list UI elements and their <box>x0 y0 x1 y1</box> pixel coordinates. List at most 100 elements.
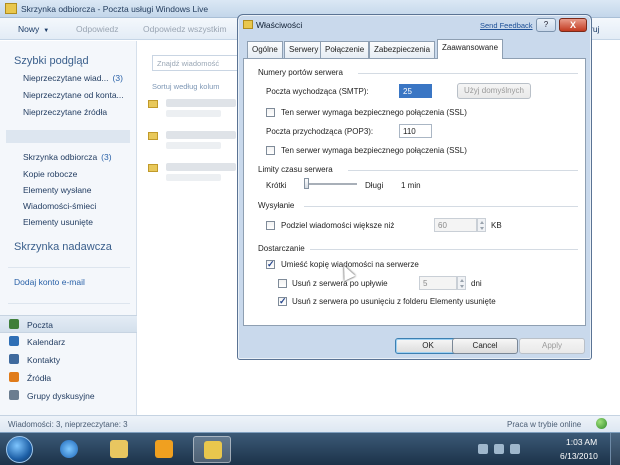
use-defaults-button[interactable]: Użyj domyślnych <box>457 83 531 99</box>
taskbar-windows-live-mail[interactable] <box>193 436 231 463</box>
chevron-down-icon: ▼ <box>43 28 50 34</box>
new-button[interactable]: Nowy ▼ <box>18 24 49 34</box>
sort-header[interactable]: Sortuj według kolum <box>152 82 220 91</box>
split-messages-label: Podziel wiadomości większe niż <box>281 221 395 230</box>
status-online[interactable]: Praca w trybie online <box>507 420 581 429</box>
sending-group-label: Wysyłanie <box>258 201 295 210</box>
nav-mail[interactable]: Poczta <box>0 315 137 333</box>
split-size-spinner[interactable] <box>477 218 486 232</box>
list-item[interactable] <box>148 130 238 158</box>
send-feedback-link[interactable]: Send Feedback <box>480 21 533 30</box>
reply-all-button[interactable]: Odpowiedz wszystkim <box>143 24 227 34</box>
list-item[interactable] <box>148 162 238 190</box>
remove-when-deleted-label: Usuń z serwera po usunięciu z folderu El… <box>292 297 496 306</box>
start-button[interactable] <box>6 436 33 463</box>
volume-icon[interactable] <box>510 444 520 454</box>
feeds-icon <box>9 372 19 382</box>
remove-after-days-field[interactable]: 5 <box>419 276 457 290</box>
tab-servers[interactable]: Serwery <box>284 41 324 58</box>
list-item[interactable] <box>148 98 238 126</box>
quick-view-unread-contacts[interactable]: Nieprzeczytane od konta... <box>23 90 124 100</box>
add-account-link[interactable]: Dodaj konto e-mail <box>14 277 85 287</box>
remove-after-days-spinner[interactable] <box>457 276 466 290</box>
internet-explorer-icon <box>60 440 78 458</box>
tab-security[interactable]: Zabezpieczenia <box>369 41 436 58</box>
network-icon[interactable] <box>478 444 488 454</box>
close-button[interactable]: X <box>559 18 587 32</box>
help-button[interactable]: ? <box>536 18 556 32</box>
message-list: Znajdź wiadomość Sortuj według kolum <box>138 41 242 415</box>
remove-after-days-checkbox[interactable] <box>278 279 287 288</box>
message-sender <box>166 163 236 171</box>
nav-contacts[interactable]: Kontakty <box>0 351 137 369</box>
message-sender <box>166 131 236 139</box>
globe-icon[interactable] <box>596 418 607 429</box>
taskbar <box>0 432 620 465</box>
tab-advanced[interactable]: Zaawansowane <box>437 39 504 59</box>
clock-time[interactable]: 1:03 AM <box>566 437 597 447</box>
pop3-port-label: Poczta przychodząca (POP3): <box>266 127 374 136</box>
newsgroups-icon <box>9 390 19 400</box>
mail-app-icon <box>5 3 17 14</box>
leave-copy-checkbox[interactable] <box>266 259 275 270</box>
status-message-count: Wiadomości: 3, nieprzeczytane: 3 <box>8 420 128 429</box>
outbox-title[interactable]: Skrzynka nadawcza <box>14 241 112 253</box>
dialog-title: Właściwości <box>256 20 303 30</box>
message-sender <box>166 99 236 107</box>
folder-junk[interactable]: Wiadomości-śmieci <box>23 201 96 211</box>
taskbar-ie[interactable] <box>50 436 88 463</box>
status-bar: Wiadomości: 3, nieprzeczytane: 3 Praca w… <box>0 415 620 432</box>
quick-view-unread[interactable]: Nieprzeczytane wiad... (3) <box>23 73 123 83</box>
folder-inbox[interactable]: Skrzynka odbiorcza (3) <box>23 152 112 162</box>
folder-drafts[interactable]: Kopie robocze <box>23 169 77 179</box>
clock-date[interactable]: 6/13/2010 <box>560 451 598 461</box>
message-subject <box>166 142 221 149</box>
delivery-group-label: Dostarczanie <box>258 244 305 253</box>
nav-calendar[interactable]: Kalendarz <box>0 333 137 351</box>
message-subject <box>166 174 221 181</box>
timeout-long-label: Długi <box>365 181 384 190</box>
show-desktop-button[interactable] <box>610 433 620 465</box>
apply-button[interactable]: Apply <box>519 338 585 354</box>
folder-sent[interactable]: Elementy wysłane <box>23 185 92 195</box>
timeout-slider-track[interactable] <box>305 183 357 185</box>
timeout-value: 1 min <box>401 181 421 190</box>
smtp-port-field[interactable]: 25 <box>399 84 432 98</box>
split-size-field[interactable]: 60 <box>434 218 477 232</box>
contacts-icon <box>9 354 19 364</box>
pop3-port-field[interactable]: 110 <box>399 124 432 138</box>
remove-after-days-label: Usuń z serwera po upływie <box>292 279 388 288</box>
search-input[interactable]: Znajdź wiadomość <box>152 55 242 71</box>
split-size-unit: KB <box>491 221 502 230</box>
cancel-button[interactable]: Cancel <box>452 338 518 354</box>
smtp-ssl-checkbox[interactable] <box>266 108 275 117</box>
remove-when-deleted-checkbox[interactable] <box>278 296 287 307</box>
account-header[interactable] <box>6 130 130 143</box>
system-tray <box>476 439 536 459</box>
pop3-ssl-checkbox[interactable] <box>266 146 275 155</box>
nav-label: Kontakty <box>27 355 61 365</box>
folder-deleted[interactable]: Elementy usunięte <box>23 217 93 227</box>
taskbar-media-player[interactable] <box>145 436 183 463</box>
nav-newsgroups[interactable]: Grupy dyskusyjne <box>0 387 137 405</box>
pop3-ssl-label: Ten serwer wymaga bezpiecznego połączeni… <box>281 146 467 155</box>
mail-app-icon <box>243 20 253 29</box>
taskbar-explorer[interactable] <box>100 436 138 463</box>
nav-feeds[interactable]: Źródła <box>0 369 137 387</box>
envelope-icon <box>148 164 158 172</box>
timeout-slider-thumb[interactable] <box>304 178 309 189</box>
ports-group-label: Numery portów serwera <box>258 68 343 77</box>
reply-button[interactable]: Odpowiedz <box>76 24 119 34</box>
tab-connection[interactable]: Połączenie <box>320 41 370 58</box>
properties-dialog: Właściwości Send Feedback ? X Ogólne Ser… <box>237 14 592 360</box>
quick-views-title[interactable]: Szybki podgląd <box>14 55 89 67</box>
divider <box>8 303 130 304</box>
calendar-icon <box>9 336 19 346</box>
tab-general[interactable]: Ogólne <box>247 41 283 58</box>
quick-view-unread-feeds[interactable]: Nieprzeczytane źródła <box>23 107 107 117</box>
flag-icon[interactable] <box>494 444 504 454</box>
mail-app-icon <box>204 441 222 459</box>
split-messages-checkbox[interactable] <box>266 221 275 230</box>
folder-pane: Szybki podgląd Nieprzeczytane wiad... (3)… <box>0 41 137 415</box>
divider <box>348 170 578 171</box>
